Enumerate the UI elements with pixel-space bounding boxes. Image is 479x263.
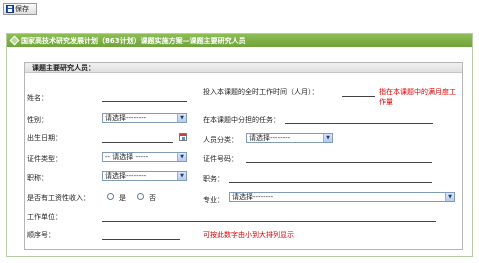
save-button[interactable]: 保存 xyxy=(3,3,37,15)
floppy-disk-icon xyxy=(6,5,14,13)
panel-header: 国家高技术研究发展计划（863计划）课题实施方案—课题主要研究人员 xyxy=(7,34,472,47)
header-diamond-icon xyxy=(9,35,20,46)
chevron-down-icon[interactable]: ▼ xyxy=(177,114,186,122)
idtype-select-value: -- 请选择 ----- xyxy=(105,153,149,161)
salary-no-label: 否 xyxy=(149,194,156,202)
task-label: 在本课题中分担的任务： xyxy=(203,116,280,124)
title-select-value: 请选择-------- xyxy=(105,172,147,180)
worktime-label: 投入本课题的全时工作时间（人月）： xyxy=(203,88,319,96)
salary-label: 是否有工资性收入： xyxy=(27,194,90,202)
category-select[interactable]: 请选择-------- ▼ xyxy=(246,133,333,143)
birth-field[interactable] xyxy=(102,142,173,143)
chevron-down-icon[interactable]: ▼ xyxy=(445,193,454,201)
gender-select[interactable]: 请选择-------- ▼ xyxy=(102,113,187,123)
order-hint: 可按此数字由小到大排列显示 xyxy=(203,231,294,239)
post-label: 职务： xyxy=(203,175,224,183)
order-field[interactable] xyxy=(102,239,180,240)
salary-yes-label: 是 xyxy=(119,194,126,202)
panel-title: 国家高技术研究发展计划（863计划）课题实施方案—课题主要研究人员 xyxy=(21,36,246,45)
salary-no-radio[interactable] xyxy=(137,193,144,200)
gender-select-value: 请选择-------- xyxy=(105,114,147,122)
name-label: 姓名： xyxy=(27,94,48,102)
chevron-down-icon[interactable]: ▼ xyxy=(177,172,186,180)
save-button-label: 保存 xyxy=(15,5,29,13)
category-label: 人员分类： xyxy=(203,136,238,144)
name-field[interactable] xyxy=(102,101,187,102)
major-select-value: 请选择-------- xyxy=(232,193,274,201)
idno-label: 证件号码： xyxy=(203,155,238,163)
gender-label: 性别： xyxy=(27,116,48,124)
birth-label: 出生日期： xyxy=(27,134,62,142)
task-field[interactable] xyxy=(285,123,433,124)
worktime-field[interactable] xyxy=(342,96,375,97)
unit-label: 工作单位： xyxy=(27,213,62,221)
salary-yes-radio[interactable] xyxy=(107,193,114,200)
idno-field[interactable] xyxy=(246,162,432,163)
post-field[interactable] xyxy=(229,182,432,183)
calendar-icon[interactable] xyxy=(179,133,187,141)
title-label: 职称： xyxy=(27,174,48,182)
category-select-value: 请选择-------- xyxy=(249,134,291,142)
idtype-label: 证件类型： xyxy=(27,155,62,163)
order-label: 顺序号： xyxy=(27,231,55,239)
major-label: 专业： xyxy=(203,196,224,204)
chevron-down-icon[interactable]: ▼ xyxy=(177,153,186,161)
major-select[interactable]: 请选择-------- ▼ xyxy=(229,192,455,202)
title-select[interactable]: 请选择-------- ▼ xyxy=(102,171,187,181)
chevron-down-icon[interactable]: ▼ xyxy=(323,134,332,142)
section-title: 课题主要研究人员： xyxy=(25,63,462,73)
worktime-hint: 指在本课题中的满月度工作量 xyxy=(379,88,456,106)
idtype-select[interactable]: -- 请选择 ----- ▼ xyxy=(102,152,187,162)
unit-field[interactable] xyxy=(102,221,436,222)
